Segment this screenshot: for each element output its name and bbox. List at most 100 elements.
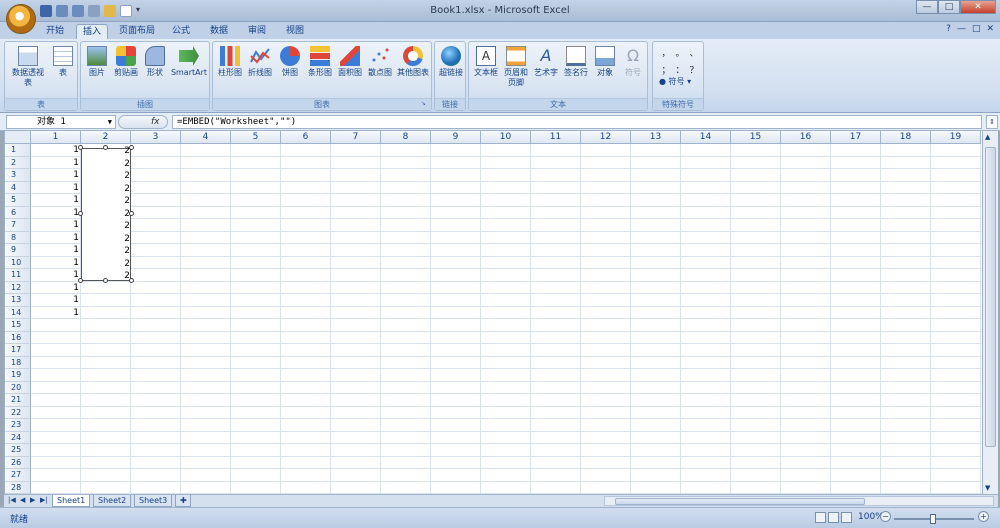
row-header[interactable]: 9: [5, 244, 31, 257]
column-header[interactable]: 16: [781, 131, 831, 144]
resize-handle-tl[interactable]: [78, 145, 83, 150]
row-header[interactable]: 13: [5, 294, 31, 307]
row-header[interactable]: 17: [5, 344, 31, 357]
column-chart-button[interactable]: 柱形图: [215, 46, 245, 78]
scroll-down-icon[interactable]: ▼: [985, 484, 990, 492]
insert-sheet-icon[interactable]: ✚: [175, 495, 191, 507]
doc-minimize-icon[interactable]: —: [957, 24, 966, 34]
normal-view-icon[interactable]: [815, 512, 826, 523]
expand-formula-bar-icon[interactable]: ⇕: [986, 115, 998, 129]
name-box-dropdown-icon[interactable]: ▼: [108, 116, 112, 128]
header-footer-button[interactable]: 页眉和页脚: [501, 46, 531, 88]
row-header[interactable]: 27: [5, 469, 31, 482]
cell-value[interactable]: 1: [31, 157, 79, 169]
formula-input[interactable]: =EMBED("Worksheet",""): [172, 115, 982, 129]
tab-insert[interactable]: 插入: [76, 24, 108, 39]
row-header[interactable]: 15: [5, 319, 31, 332]
row-header[interactable]: 8: [5, 231, 31, 244]
table-button[interactable]: 表: [49, 46, 77, 78]
row-header[interactable]: 10: [5, 256, 31, 269]
row-header[interactable]: 24: [5, 431, 31, 444]
scroll-up-icon[interactable]: ▲: [985, 133, 990, 141]
symbol-enum-comma[interactable]: 、: [687, 46, 701, 59]
sheet-tab-2[interactable]: Sheet2: [93, 495, 132, 507]
maximize-button[interactable]: □: [938, 0, 960, 14]
close-button[interactable]: ✕: [960, 0, 996, 14]
row-header[interactable]: 19: [5, 369, 31, 382]
row-header[interactable]: 20: [5, 381, 31, 394]
object-button[interactable]: 对象: [591, 46, 619, 78]
resize-handle-br[interactable]: [129, 278, 134, 283]
embedded-worksheet-object[interactable]: 22222222222: [81, 146, 131, 281]
row-header[interactable]: 2: [5, 156, 31, 169]
textbox-button[interactable]: A 文本框: [471, 46, 501, 78]
pivot-table-button[interactable]: 数据透视表: [9, 46, 47, 88]
tab-review[interactable]: 审阅: [242, 24, 272, 39]
horizontal-scroll-thumb[interactable]: [615, 498, 865, 505]
row-header[interactable]: 11: [5, 269, 31, 282]
office-button[interactable]: [6, 4, 36, 34]
column-header[interactable]: 1: [31, 131, 81, 144]
zoom-out-icon[interactable]: −: [880, 511, 891, 522]
other-charts-button[interactable]: 其他图表: [395, 46, 431, 78]
row-header[interactable]: 4: [5, 181, 31, 194]
minimize-button[interactable]: —: [916, 0, 938, 14]
column-header[interactable]: 14: [681, 131, 731, 144]
scatter-chart-button[interactable]: 散点图: [365, 46, 395, 78]
row-header[interactable]: 16: [5, 331, 31, 344]
column-header[interactable]: 7: [331, 131, 381, 144]
cell-value[interactable]: 1: [31, 144, 79, 156]
row-header[interactable]: 7: [5, 219, 31, 232]
row-header[interactable]: 12: [5, 281, 31, 294]
column-header[interactable]: 5: [231, 131, 281, 144]
charts-dialog-launcher-icon[interactable]: ↘: [421, 100, 429, 108]
column-header[interactable]: 8: [381, 131, 431, 144]
sheet-tab-3[interactable]: Sheet3: [134, 495, 173, 507]
signature-line-button[interactable]: 签名行: [561, 46, 591, 78]
resize-handle-b[interactable]: [103, 278, 108, 283]
prev-sheet-icon[interactable]: ◀: [20, 496, 25, 504]
cell-value[interactable]: 1: [31, 169, 79, 181]
vertical-scrollbar[interactable]: ▲ ▼: [982, 131, 998, 494]
column-header[interactable]: 12: [581, 131, 631, 144]
row-header[interactable]: 14: [5, 306, 31, 319]
symbol-question[interactable]: ？: [687, 63, 701, 76]
wordart-button[interactable]: A 艺术字: [531, 46, 561, 78]
cell-value[interactable]: 1: [31, 232, 79, 244]
cell-value[interactable]: 1: [31, 194, 79, 206]
cell-value[interactable]: 1: [31, 182, 79, 194]
row-header[interactable]: 21: [5, 394, 31, 407]
symbol-semicolon[interactable]: ；: [659, 63, 673, 76]
resize-handle-bl[interactable]: [78, 278, 83, 283]
bar-chart-button[interactable]: 条形图: [305, 46, 335, 78]
clipart-button[interactable]: 剪贴画: [111, 46, 141, 78]
special-symbol-menu-button[interactable]: ● 符号 ▾: [659, 77, 699, 87]
column-header[interactable]: 4: [181, 131, 231, 144]
sheet-tab-1[interactable]: Sheet1: [52, 495, 91, 507]
vertical-scroll-thumb[interactable]: [985, 147, 996, 447]
column-header[interactable]: 10: [481, 131, 531, 144]
row-header[interactable]: 5: [5, 194, 31, 207]
help-icon[interactable]: ?: [946, 24, 951, 34]
tab-view[interactable]: 视图: [280, 24, 310, 39]
zoom-slider[interactable]: [894, 514, 974, 524]
cell-value[interactable]: 1: [31, 207, 79, 219]
cell-value[interactable]: 1: [31, 282, 79, 294]
column-header[interactable]: 15: [731, 131, 781, 144]
shapes-button[interactable]: 形状: [141, 46, 169, 78]
resize-handle-r[interactable]: [129, 211, 134, 216]
cell-value[interactable]: 1: [31, 294, 79, 306]
row-header[interactable]: 1: [5, 144, 31, 157]
column-header[interactable]: 6: [281, 131, 331, 144]
page-layout-view-icon[interactable]: [828, 512, 839, 523]
row-header[interactable]: 22: [5, 406, 31, 419]
cell-value[interactable]: 1: [31, 269, 79, 281]
next-sheet-icon[interactable]: ▶: [30, 496, 35, 504]
line-chart-button[interactable]: 折线图: [245, 46, 275, 78]
row-header[interactable]: 28: [5, 481, 31, 494]
column-header[interactable]: 13: [631, 131, 681, 144]
zoom-in-icon[interactable]: +: [978, 511, 989, 522]
name-box[interactable]: 对象 1 ▼: [6, 115, 116, 129]
horizontal-scrollbar[interactable]: [604, 496, 994, 506]
insert-function-button[interactable]: fx: [118, 115, 168, 129]
